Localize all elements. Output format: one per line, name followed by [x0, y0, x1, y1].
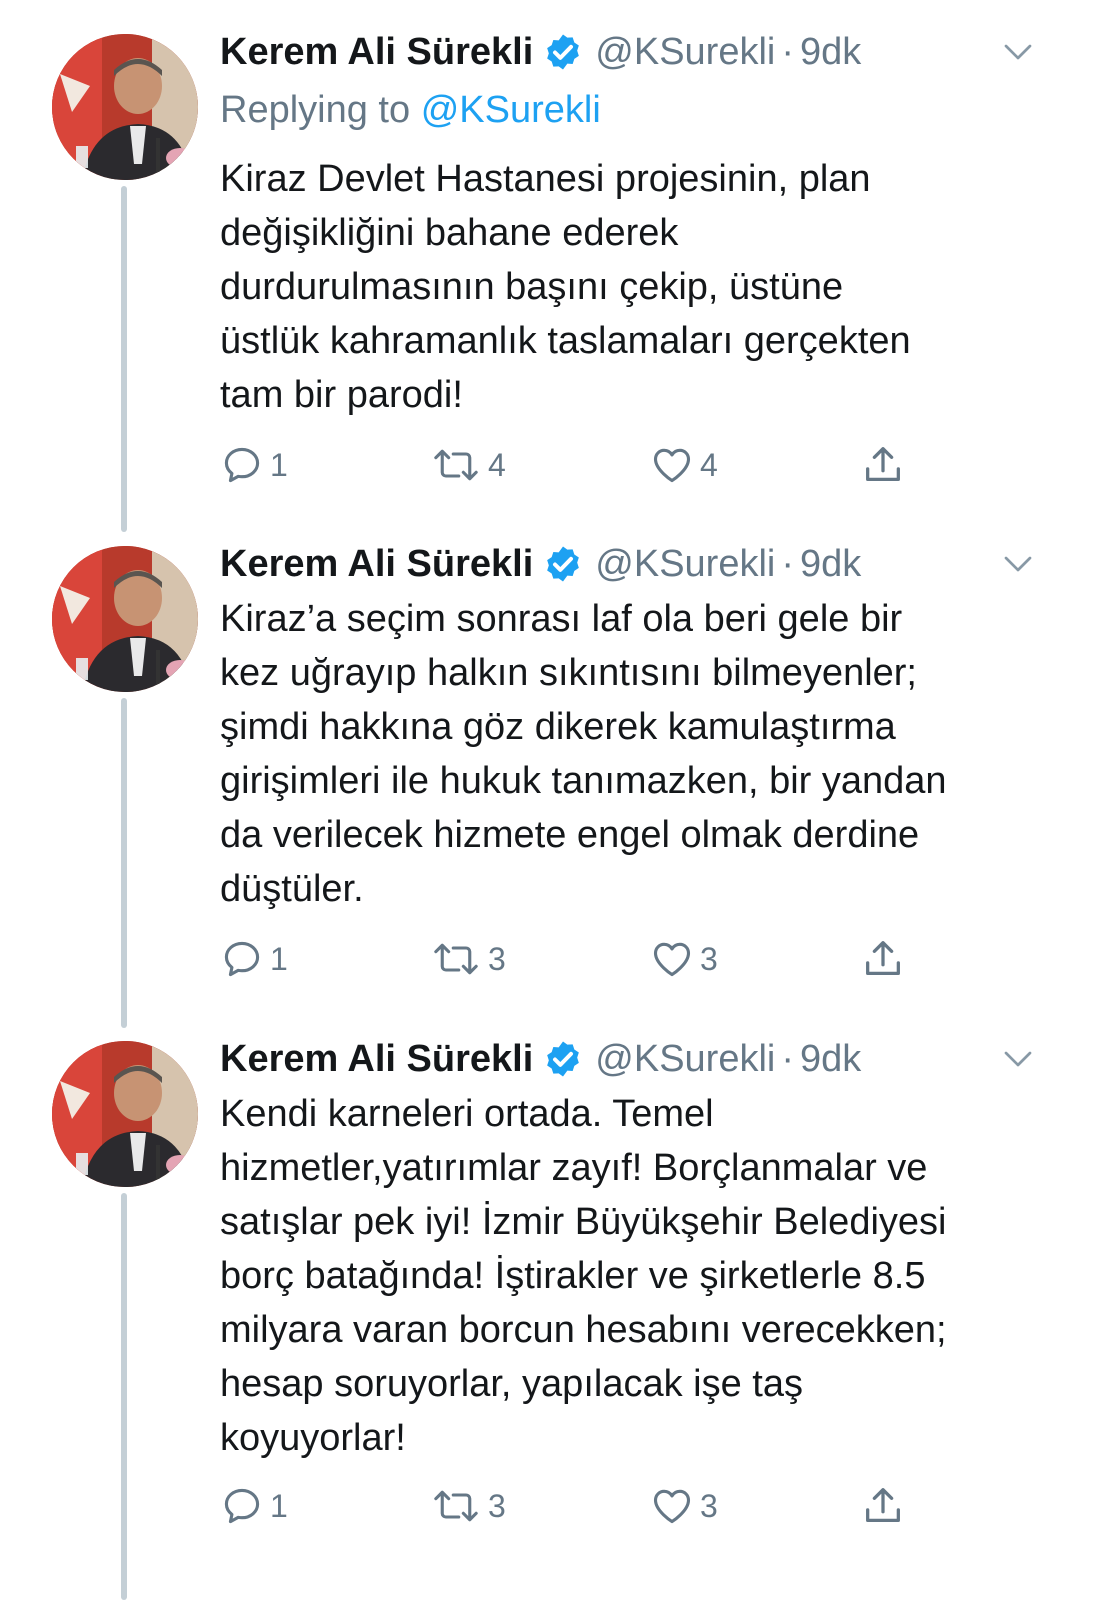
author-name[interactable]: Kerem Ali Sürekli: [220, 536, 533, 592]
avatar-photo: [52, 1041, 198, 1187]
avatar-photo: [52, 546, 198, 692]
retweet-count: 3: [488, 940, 506, 977]
retweet-icon: [434, 1490, 478, 1522]
retweet-count: 4: [488, 446, 506, 483]
author-name[interactable]: Kerem Ali Sürekli: [220, 24, 533, 80]
reply-count: 1: [270, 446, 288, 483]
retweet-button[interactable]: 3: [430, 934, 506, 984]
heart-icon: [653, 1489, 691, 1524]
like-count: 3: [700, 1487, 718, 1524]
tweet-text: Kiraz Devlet Hastanesi projesinin, plan …: [220, 158, 911, 416]
reply-icon: [224, 1488, 260, 1524]
like-count: 4: [700, 446, 718, 483]
reply-button[interactable]: 1: [220, 934, 288, 984]
separator-dot: ·: [781, 543, 795, 585]
author-name[interactable]: Kerem Ali Sürekli: [220, 1031, 533, 1087]
retweet-icon: [434, 449, 478, 481]
tweet-actions: 1 3 3: [220, 1481, 1040, 1531]
tweet-time[interactable]: 9dk: [800, 24, 861, 80]
tweet-header: Kerem Ali Sürekli @KSurekli · 9dk: [220, 24, 861, 80]
separator-dot: ·: [781, 31, 795, 73]
tweet-text: Kendi karneleri ortada. Temel hizmetler,…: [220, 1093, 947, 1459]
retweet-button[interactable]: 4: [430, 440, 506, 490]
replying-to: Replying to @KSurekli: [220, 82, 601, 138]
like-button[interactable]: 4: [650, 440, 718, 490]
avatar[interactable]: [52, 1041, 198, 1187]
like-button[interactable]: 3: [650, 934, 718, 984]
reply-icon: [224, 447, 260, 483]
verified-badge-icon: [547, 546, 580, 582]
author-handle[interactable]: @KSurekli: [595, 1031, 775, 1087]
tweet-time[interactable]: 9dk: [800, 1031, 861, 1087]
separator-dot: ·: [781, 1038, 795, 1080]
author-handle[interactable]: @KSurekli: [595, 536, 775, 592]
like-count: 3: [700, 940, 718, 977]
reply-button[interactable]: 1: [220, 440, 288, 490]
avatar-photo: [52, 34, 198, 180]
reply-icon: [224, 941, 260, 977]
share-button[interactable]: [860, 1481, 906, 1531]
chevron-down-icon[interactable]: [1000, 34, 1036, 70]
share-button[interactable]: [860, 934, 906, 984]
retweet-button[interactable]: 3: [430, 1481, 506, 1531]
heart-icon: [653, 942, 691, 977]
tweet-header: Kerem Ali Sürekli @KSurekli · 9dk: [220, 536, 861, 592]
avatar[interactable]: [52, 546, 198, 692]
tweet-header: Kerem Ali Sürekli @KSurekli · 9dk: [220, 1031, 861, 1087]
verified-badge-icon: [547, 34, 580, 70]
share-icon: [866, 941, 900, 976]
like-button[interactable]: 3: [650, 1481, 718, 1531]
reply-count: 1: [270, 940, 288, 977]
thread-line: [121, 698, 127, 1028]
thread-line: [121, 186, 127, 532]
replying-mention[interactable]: @KSurekli: [421, 89, 601, 131]
reply-count: 1: [270, 1487, 288, 1524]
tweet-actions: 1 4 4: [220, 440, 1040, 490]
share-button[interactable]: [860, 440, 906, 490]
reply-button[interactable]: 1: [220, 1481, 288, 1531]
avatar[interactable]: [52, 34, 198, 180]
share-icon: [866, 447, 900, 482]
thread-line: [121, 1193, 127, 1600]
chevron-down-icon[interactable]: [1000, 1041, 1036, 1077]
retweet-count: 3: [488, 1487, 506, 1524]
tweet-actions: 1 3 3: [220, 934, 1040, 984]
author-handle[interactable]: @KSurekli: [595, 24, 775, 80]
verified-badge-icon: [547, 1041, 580, 1077]
share-icon: [866, 1488, 900, 1523]
tweet-time[interactable]: 9dk: [800, 536, 861, 592]
tweet-text: Kiraz’a seçim sonrası laf ola beri gele …: [220, 598, 947, 910]
tweet-thread: Kerem Ali Sürekli @KSurekli · 9dk Replyi…: [0, 0, 1106, 1600]
chevron-down-icon[interactable]: [1000, 546, 1036, 582]
retweet-icon: [434, 943, 478, 975]
heart-icon: [653, 448, 691, 483]
replying-label: Replying to: [220, 89, 411, 131]
